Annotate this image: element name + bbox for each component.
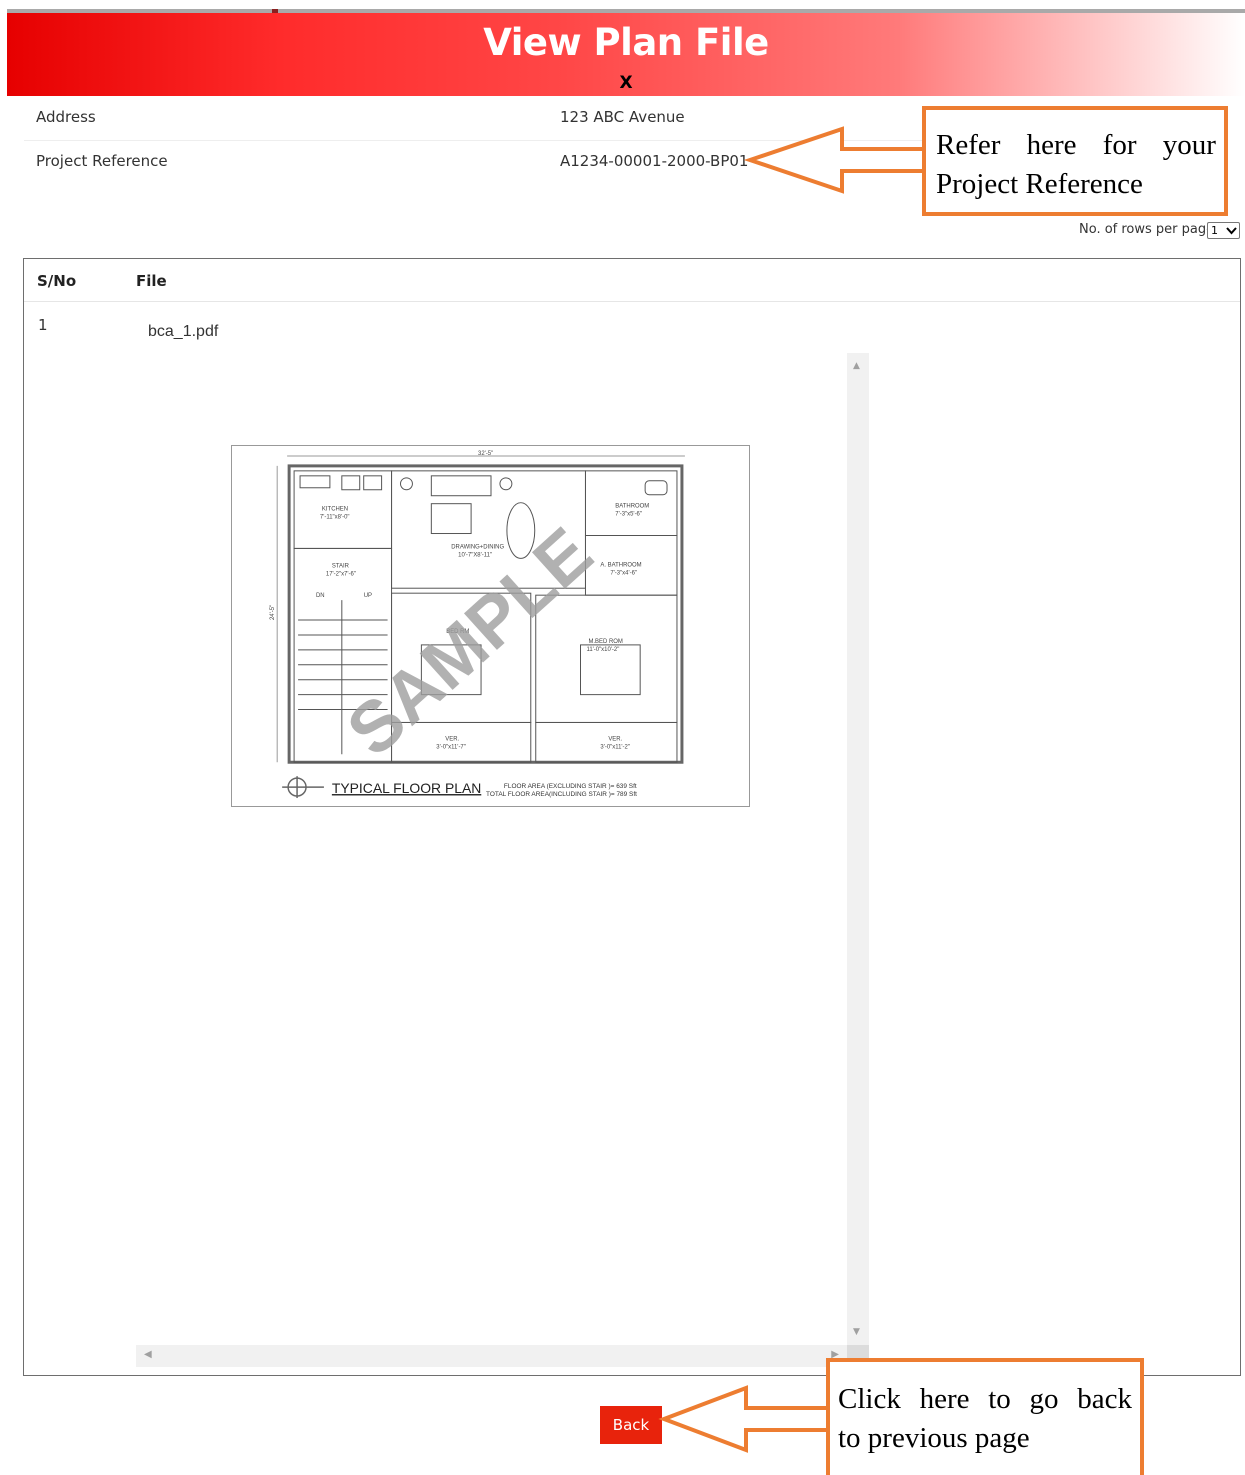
plan-size-ver1: 3'-0"x11'-7" (436, 744, 466, 750)
project-reference-label: Project Reference (36, 152, 168, 170)
callout-ref-word: here (1026, 129, 1077, 161)
row-sno: 1 (38, 316, 48, 334)
row-file-name[interactable]: bca_1.pdf (148, 323, 218, 341)
plan-area-line2: TOTAL FLOOR AREA(INCLUDING STAIR )= 789 … (486, 791, 637, 798)
project-reference-value: A1234-00001-2000-BP01 (560, 152, 749, 170)
floor-plan-image: 32'-5" 24'-5" KITCHEN 7'-11"x8'-0" DRAWI… (231, 445, 750, 807)
plan-label-dn: DN (316, 593, 325, 599)
address-value: 123 ABC Avenue (560, 108, 685, 126)
plan-size-kitchen: 7'-11"x8'-0" (320, 515, 350, 521)
plan-label-bathroom: BATHROOM (615, 504, 649, 510)
callout-back-word: go (1029, 1383, 1059, 1415)
plan-label-mbed: M.BED ROM (588, 639, 622, 645)
scroll-left-icon[interactable]: ◀ (144, 1349, 152, 1360)
modal-header: View Plan File X (7, 13, 1245, 96)
column-header-file: File (136, 272, 167, 290)
scroll-down-icon[interactable]: ▼ (853, 1327, 860, 1337)
rows-per-page-label: No. of rows per page (1079, 222, 1215, 237)
back-button[interactable]: Back (600, 1406, 662, 1444)
plan-title: TYPICAL FLOOR PLAN (332, 780, 481, 796)
chevron-down-icon (1226, 227, 1237, 235)
plan-label-abath: A. BATHROOM (600, 562, 641, 568)
callout-back-line2: to previous page (838, 1422, 1030, 1454)
callout-back-word: Click (838, 1383, 901, 1415)
callout-arrow-back (658, 1385, 832, 1453)
plan-label-drawing: DRAWING+DINING (451, 544, 504, 550)
page-title: View Plan File (483, 21, 769, 64)
close-button[interactable]: X (7, 73, 1245, 93)
rows-per-page-value: 1 (1211, 224, 1218, 237)
callout-ref-line2: Project Reference (936, 168, 1143, 200)
address-label: Address (36, 108, 96, 126)
callout-arrow-reference (743, 126, 928, 194)
callout-project-reference: Refer here for your Project Reference (922, 106, 1228, 216)
scroll-up-icon[interactable]: ▲ (853, 361, 860, 371)
plan-label-up: UP (364, 593, 372, 599)
plan-size-stair: 17'-2"x7'-6" (326, 571, 356, 577)
callout-ref-word: your (1162, 129, 1216, 161)
plan-label-ver2: VER. (608, 736, 622, 742)
plan-label-kitchen: KITCHEN (322, 507, 348, 513)
callout-back-word: to (988, 1383, 1011, 1415)
callout-back-word: back (1077, 1383, 1132, 1415)
table-header: S/No File (24, 259, 1240, 302)
plan-size-ver2: 3'-0"x11'-2" (600, 744, 630, 750)
plan-size-drawing: 10'-7"X8'-11" (458, 552, 492, 558)
plan-label-stair: STAIR (332, 563, 350, 569)
compass-icon (282, 776, 324, 799)
plan-watermark: SAMPLE (332, 512, 607, 771)
plan-dim-side: 24'-5" (270, 605, 276, 620)
plan-dim-top: 32'-5" (478, 451, 493, 457)
callout-back: Click here to go back to previous page (826, 1358, 1144, 1475)
rows-per-page-select[interactable]: 1 (1207, 222, 1240, 239)
callout-ref-word: Refer (936, 129, 1001, 161)
callout-back-word: here (919, 1383, 970, 1415)
column-header-sno: S/No (37, 272, 77, 290)
files-table: S/No File 1 bca_1.pdf ▲ ▼ ◀ ▶ (23, 258, 1241, 1376)
plan-size-abath: 7'-3"x4'-6" (610, 570, 637, 576)
vertical-scrollbar[interactable]: ▲ ▼ (847, 353, 869, 1345)
plan-size-bathroom: 7'-3"x5'-6" (615, 512, 642, 518)
horizontal-scrollbar[interactable]: ◀ ▶ (136, 1345, 847, 1367)
plan-label-ver1: VER. (445, 736, 459, 742)
plan-size-mbed: 11'-0"x10'-2" (586, 647, 619, 653)
callout-ref-word: for (1102, 129, 1137, 161)
plan-area-line1: FLOOR AREA (EXCLUDING STAIR )= 639 Sft (504, 783, 637, 790)
